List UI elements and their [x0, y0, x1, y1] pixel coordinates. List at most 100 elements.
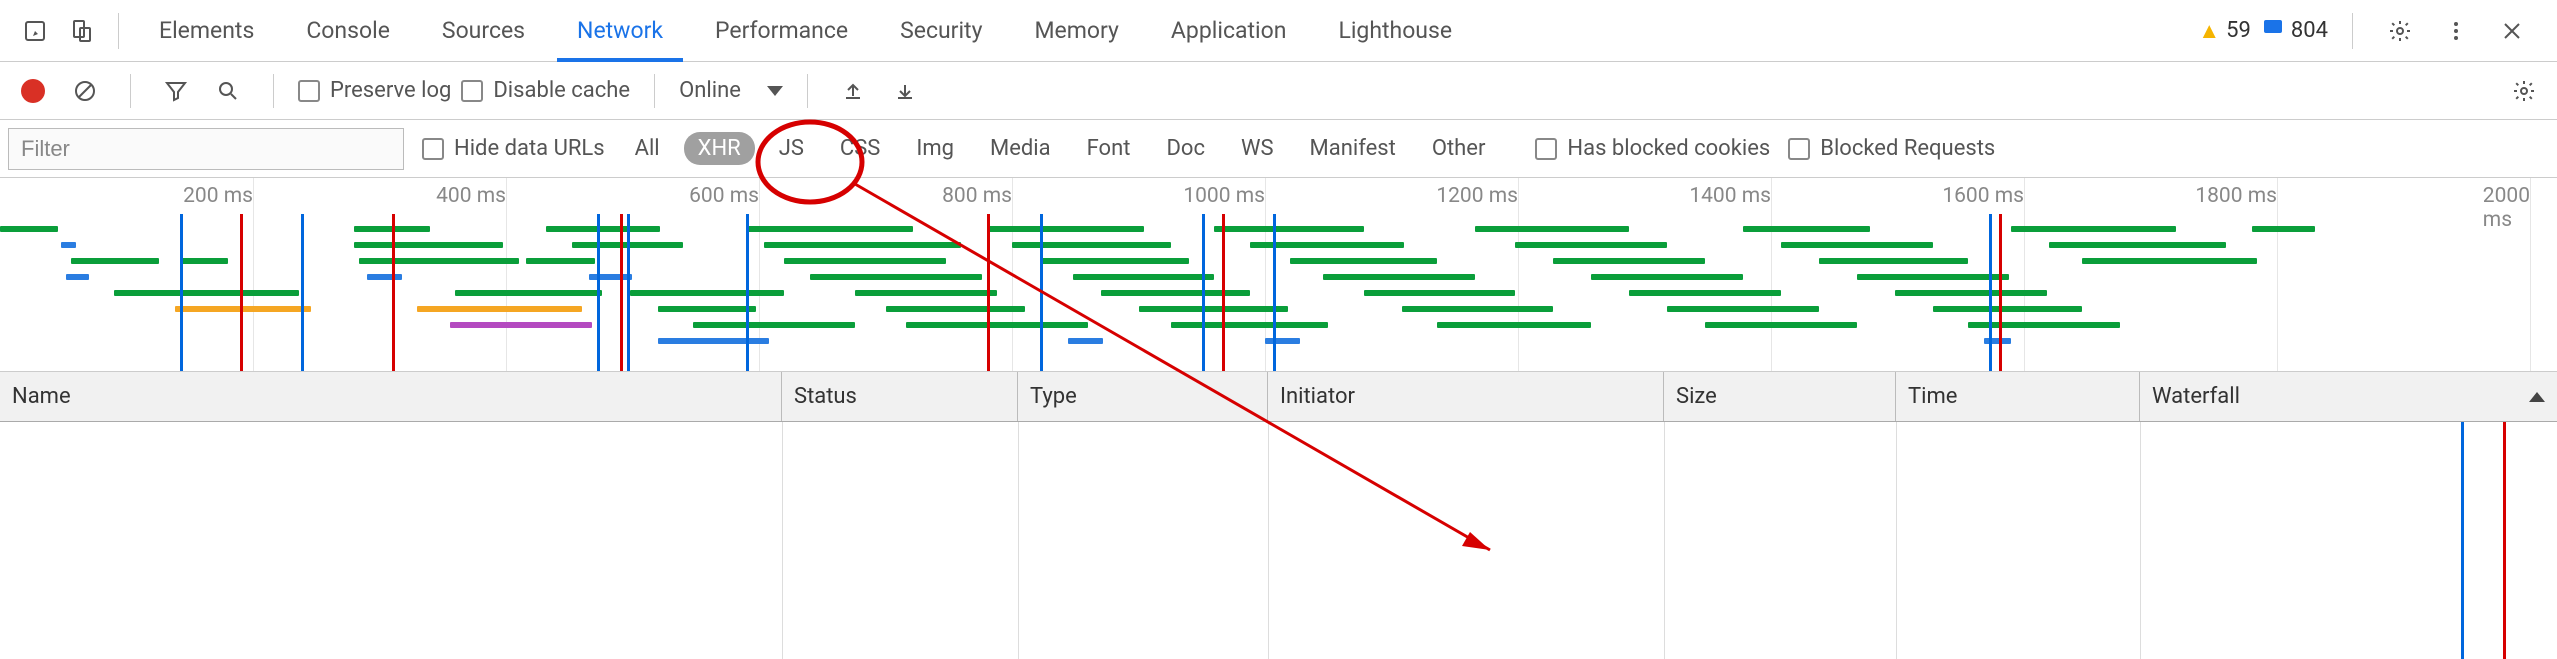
settings-gear-icon[interactable] [2377, 8, 2423, 54]
column-header-name[interactable]: Name [0, 372, 782, 421]
chevron-down-icon [767, 86, 783, 96]
timeline-bar [1437, 322, 1591, 328]
timeline-bar [2049, 242, 2226, 248]
tick-label: 1200 ms [1436, 184, 1518, 208]
timeline-bar [1101, 290, 1250, 296]
filter-type-xhr[interactable]: XHR [684, 132, 755, 165]
tab-console[interactable]: Console [280, 0, 416, 61]
waterfall-marker [2503, 422, 2506, 659]
timeline-bar [450, 322, 592, 328]
timeline-bar [1667, 306, 1819, 312]
column-header-time[interactable]: Time [1896, 372, 2140, 421]
timeline-bar [0, 226, 58, 232]
disable-cache-checkbox[interactable]: Disable cache [461, 78, 630, 103]
network-settings-gear-icon[interactable] [2503, 70, 2545, 112]
tab-application[interactable]: Application [1145, 0, 1313, 61]
timeline-bar [764, 242, 961, 248]
filter-type-ws[interactable]: WS [1229, 132, 1286, 165]
sort-caret-icon [2529, 392, 2545, 402]
device-toolbar-icon[interactable] [58, 8, 104, 54]
filter-type-manifest[interactable]: Manifest [1298, 132, 1408, 165]
timeline-bar [1364, 290, 1516, 296]
messages-badge[interactable]: 804 [2261, 16, 2328, 46]
timeline-bar [1323, 274, 1475, 280]
checkbox-icon [422, 138, 444, 160]
message-icon [2261, 16, 2285, 46]
column-header-status[interactable]: Status [782, 372, 1018, 421]
column-label: Time [1908, 384, 1957, 409]
timeline-marker [1222, 214, 1225, 371]
timeline-bar [61, 242, 76, 248]
timeline-bar [66, 274, 89, 280]
timeline-bar [1214, 226, 1363, 232]
gridline [1012, 178, 1013, 371]
column-header-type[interactable]: Type [1018, 372, 1268, 421]
clear-icon[interactable] [64, 70, 106, 112]
timeline-marker [301, 214, 304, 371]
kebab-menu-icon[interactable] [2433, 8, 2479, 54]
filter-type-media[interactable]: Media [978, 132, 1063, 165]
timeline-bar [1402, 306, 1554, 312]
timeline-marker [1999, 214, 2002, 371]
filter-input[interactable] [8, 128, 404, 170]
column-header-size[interactable]: Size [1664, 372, 1896, 421]
timeline-bar [1781, 242, 1933, 248]
warnings-badge[interactable]: ▲ 59 [2198, 18, 2251, 44]
timeline-bar [1265, 338, 1300, 344]
hide-data-urls-checkbox[interactable]: Hide data URLs [422, 136, 605, 161]
tab-performance[interactable]: Performance [689, 0, 874, 61]
tab-memory[interactable]: Memory [1008, 0, 1144, 61]
upload-har-icon[interactable] [832, 70, 874, 112]
timeline-bar [1591, 274, 1743, 280]
column-header-initiator[interactable]: Initiator [1268, 372, 1664, 421]
gridline [506, 178, 507, 371]
column-label: Status [794, 384, 857, 409]
filter-type-img[interactable]: Img [904, 132, 966, 165]
filter-type-other[interactable]: Other [1420, 132, 1498, 165]
has-blocked-cookies-checkbox[interactable]: Has blocked cookies [1535, 136, 1770, 161]
column-header-waterfall[interactable]: Waterfall [2140, 372, 2557, 421]
filter-funnel-icon[interactable] [155, 70, 197, 112]
timeline-overview[interactable]: 200 ms400 ms600 ms800 ms1000 ms1200 ms14… [0, 178, 2557, 372]
close-icon[interactable] [2489, 8, 2535, 54]
tick-label: 1000 ms [1183, 184, 1265, 208]
tab-security[interactable]: Security [874, 0, 1008, 61]
tab-lighthouse[interactable]: Lighthouse [1312, 0, 1478, 61]
timeline-marker [746, 214, 749, 371]
timeline-bar [1705, 322, 1857, 328]
column-label: Type [1030, 384, 1077, 409]
timeline-marker [180, 214, 183, 371]
download-har-icon[interactable] [884, 70, 926, 112]
disable-cache-label: Disable cache [493, 78, 630, 103]
timeline-bar [784, 258, 946, 264]
resource-type-filters: All XHR JS CSS Img Media Font Doc WS Manifest Othe… [623, 132, 1498, 165]
timeline-bar [417, 306, 581, 312]
blocked-requests-label: Blocked Requests [1820, 136, 1995, 161]
main-tabs-bar: ElementsConsoleSourcesNetworkPerformance… [0, 0, 2557, 62]
filter-type-css[interactable]: CSS [828, 132, 892, 165]
gridline [2024, 178, 2025, 371]
filter-type-js[interactable]: JS [767, 132, 816, 165]
blocked-requests-checkbox[interactable]: Blocked Requests [1788, 136, 1995, 161]
request-table-body[interactable] [0, 422, 2557, 659]
timeline-bar [886, 306, 1025, 312]
inspect-element-icon[interactable] [12, 8, 58, 54]
gridline [2530, 178, 2531, 371]
tab-network[interactable]: Network [551, 0, 689, 61]
record-button[interactable] [12, 70, 54, 112]
throttling-select[interactable]: Online [679, 78, 783, 103]
separator [2352, 13, 2353, 49]
tab-elements[interactable]: Elements [133, 0, 280, 61]
search-icon[interactable] [207, 70, 249, 112]
preserve-log-label: Preserve log [330, 78, 451, 103]
filter-type-font[interactable]: Font [1075, 132, 1143, 165]
filter-type-doc[interactable]: Doc [1154, 132, 1217, 165]
timeline-marker [1273, 214, 1276, 371]
timeline-bar [630, 290, 784, 296]
filter-type-all[interactable]: All [623, 132, 672, 165]
timeline-bar [1040, 258, 1189, 264]
tabs-right-cluster: ▲ 59 804 [2198, 8, 2545, 54]
timeline-bar [546, 226, 660, 232]
preserve-log-checkbox[interactable]: Preserve log [298, 78, 451, 103]
tab-sources[interactable]: Sources [416, 0, 551, 61]
